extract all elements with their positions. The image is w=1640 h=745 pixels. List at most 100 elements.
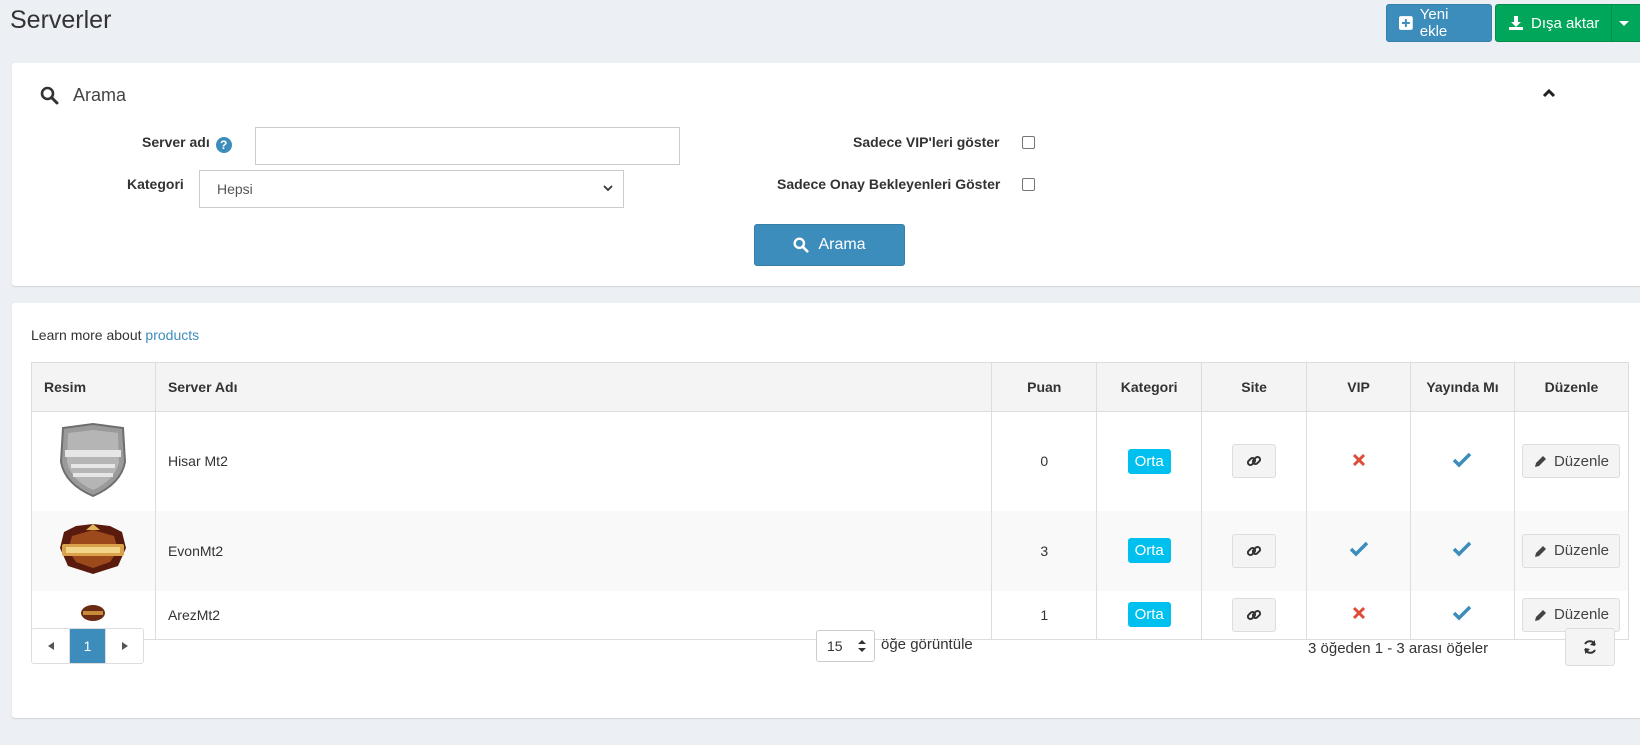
arez-logo-image [81, 605, 106, 622]
vip-cell [1306, 411, 1412, 511]
page-number-button[interactable]: 1 [69, 629, 106, 663]
vip-cell [1306, 510, 1412, 591]
category-badge: Orta [1127, 448, 1171, 474]
evon-logo-image [60, 524, 127, 574]
edit-cell: Düzenle [1513, 411, 1630, 511]
page-size-value: 15 [827, 638, 843, 654]
vip-only-checkbox[interactable] [1022, 136, 1035, 149]
column-header-score[interactable]: Puan [991, 362, 1098, 412]
download-icon [1509, 16, 1523, 30]
export-label: Dışa aktar [1531, 14, 1600, 32]
search-icon [793, 237, 810, 253]
chevron-up-icon[interactable] [1542, 88, 1556, 98]
refresh-icon [1584, 640, 1596, 654]
table-header-row: Resim Server Adı Puan Kategori Site VIP … [31, 362, 1630, 412]
hisar-logo-image [60, 422, 127, 497]
site-link-button[interactable] [1232, 533, 1277, 568]
caret-right-icon [121, 642, 128, 650]
export-dropdown-toggle[interactable] [1611, 5, 1635, 41]
category-cell: Orta [1096, 411, 1203, 511]
category-badge: Orta [1127, 602, 1171, 628]
server-name-label-wrap: Server adı? [142, 134, 232, 153]
link-icon [1247, 456, 1262, 467]
category-cell: Orta [1096, 510, 1203, 591]
search-button-label: Arama [818, 236, 866, 253]
chevron-down-icon [603, 185, 613, 192]
cross-icon [1352, 607, 1365, 620]
site-link-button[interactable] [1232, 444, 1277, 479]
column-header-category[interactable]: Kategori [1096, 362, 1203, 412]
add-new-label: Yeni ekle [1419, 6, 1449, 40]
edit-button-label: Düzenle [1553, 452, 1609, 470]
published-cell [1410, 411, 1515, 511]
site-link-button[interactable] [1232, 597, 1277, 632]
edit-button[interactable]: Düzenle [1522, 533, 1621, 568]
check-icon [1453, 541, 1472, 557]
server-name-label: Server adı [142, 134, 210, 150]
check-icon [1453, 452, 1472, 468]
link-icon [1247, 545, 1262, 556]
prev-page-button[interactable] [32, 629, 69, 663]
edit-button[interactable]: Düzenle [1522, 444, 1621, 479]
pagination: 1 [31, 628, 144, 664]
category-selected-value: Hepsi [217, 181, 253, 197]
category-label: Kategori [127, 176, 184, 192]
category-cell: Orta [1096, 590, 1203, 640]
sort-arrows-icon [858, 640, 866, 652]
column-header-server-name[interactable]: Server Adı [154, 362, 993, 412]
plus-square-icon [1399, 16, 1413, 30]
pending-only-checkbox[interactable] [1022, 178, 1035, 191]
caret-down-icon [1618, 20, 1629, 26]
check-icon [1453, 606, 1472, 621]
score-cell: 3 [991, 510, 1098, 591]
edit-button-label: Düzenle [1553, 542, 1609, 559]
servers-table: Resim Server Adı Puan Kategori Site VIP … [31, 362, 1630, 640]
search-button[interactable]: Arama [754, 224, 905, 266]
link-icon [1247, 609, 1262, 620]
site-cell [1201, 411, 1308, 511]
page-size-select[interactable]: 15 [816, 630, 875, 662]
server-name-cell: Hisar Mt2 [154, 411, 993, 511]
server-list-panel: Learn more about products Resim Server A… [12, 303, 1640, 718]
page-size-label: öğe görüntüle [881, 636, 973, 653]
learn-more-text: Learn more about products [31, 327, 199, 343]
category-select[interactable]: Hepsi [199, 170, 624, 208]
cross-icon [1352, 453, 1365, 466]
column-header-published[interactable]: Yayında Mı [1410, 362, 1515, 412]
question-circle-icon[interactable]: ? [215, 137, 232, 153]
site-cell [1201, 510, 1308, 591]
refresh-button[interactable] [1565, 628, 1615, 666]
server-logo [31, 510, 156, 591]
server-name-input[interactable] [255, 127, 680, 165]
search-panel-header[interactable]: Arama [40, 85, 126, 106]
published-cell [1410, 590, 1515, 640]
site-cell [1201, 590, 1308, 640]
column-header-edit: Düzenle [1513, 362, 1630, 412]
edit-button-label: Düzenle [1553, 606, 1609, 624]
published-cell [1410, 510, 1515, 591]
pending-only-label: Sadece Onay Bekleyenleri Göster [777, 176, 1001, 192]
check-icon [1349, 541, 1368, 557]
column-header-site[interactable]: Site [1201, 362, 1308, 412]
table-row: Hisar Mt2 0 Orta Düzenle [31, 411, 1630, 511]
edit-button[interactable]: Düzenle [1522, 597, 1621, 632]
next-page-button[interactable] [106, 629, 143, 663]
vip-only-label: Sadece VIP'leri göster [853, 134, 1000, 150]
products-link[interactable]: products [145, 327, 199, 343]
score-cell: 0 [991, 411, 1098, 511]
vip-cell [1306, 590, 1412, 640]
table-row: EvonMt2 3 Orta Düzenle [31, 510, 1630, 591]
column-header-image[interactable]: Resim [31, 362, 156, 412]
caret-left-icon [47, 642, 54, 650]
score-cell: 1 [991, 590, 1098, 640]
export-button[interactable]: Dışa aktar [1495, 4, 1640, 42]
learn-more-prefix: Learn more about [31, 327, 142, 343]
edit-cell: Düzenle [1513, 510, 1630, 591]
add-new-button[interactable]: Yeni ekle [1386, 4, 1492, 42]
search-panel: Arama Server adı? Kategori Hepsi Sadece … [12, 63, 1640, 286]
server-logo [31, 411, 156, 511]
column-header-vip[interactable]: VIP [1306, 362, 1412, 412]
search-icon [40, 86, 59, 105]
pencil-icon [1534, 545, 1546, 557]
range-info: 3 öğeden 1 - 3 arası öğeler [1308, 640, 1489, 657]
